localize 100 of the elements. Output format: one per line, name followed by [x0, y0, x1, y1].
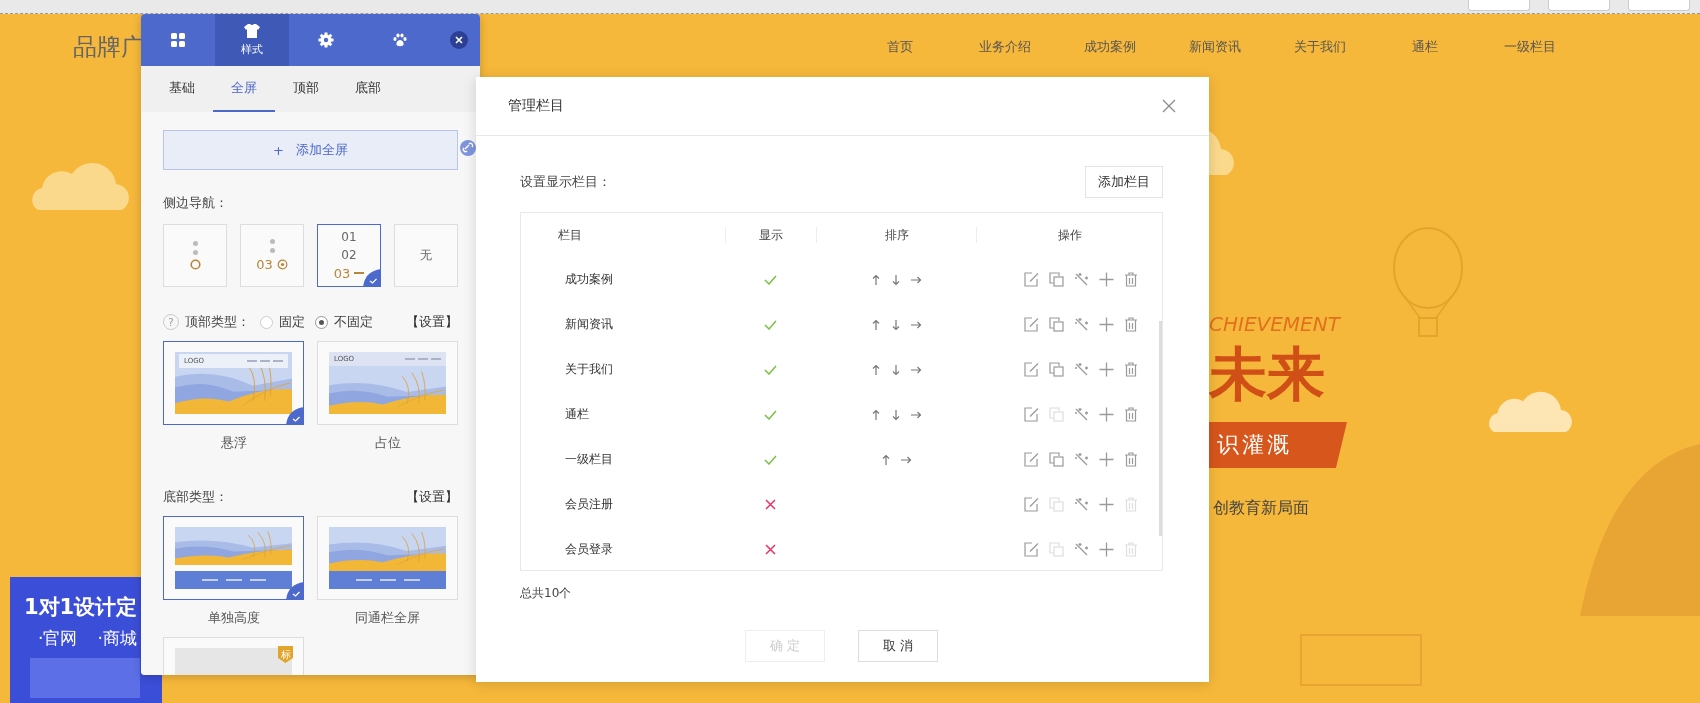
plus-icon[interactable] — [1099, 452, 1114, 467]
edit-icon[interactable] — [1024, 542, 1039, 557]
arrow-up-icon[interactable] — [870, 408, 882, 421]
plus-icon[interactable] — [1099, 497, 1114, 512]
layout-label: 同通栏全屏 — [355, 609, 420, 627]
toolbar-label: 设置显示栏目： — [520, 173, 611, 191]
side-nav-option[interactable] — [163, 224, 227, 287]
plus-icon[interactable] — [1099, 407, 1114, 422]
number-label: 03 — [333, 266, 351, 281]
copy-icon[interactable] — [1049, 452, 1064, 467]
banner-tagline: 创教育新局面 — [1213, 498, 1309, 519]
table-row[interactable]: 一级栏目 — [521, 437, 1162, 482]
check-corner-icon — [286, 582, 304, 600]
arrow-down-icon[interactable] — [890, 318, 902, 331]
nav-link[interactable]: 新闻资讯 — [1162, 38, 1267, 56]
close-button[interactable] — [450, 31, 468, 49]
radio-option[interactable]: 固定 — [260, 313, 305, 331]
nav-link[interactable]: 一级栏目 — [1477, 38, 1582, 56]
trash-icon[interactable] — [1124, 317, 1138, 332]
dot-icon — [192, 250, 198, 255]
table-row[interactable]: 会员注册 — [521, 482, 1162, 527]
table-row[interactable]: 关于我们 — [521, 347, 1162, 392]
edit-icon[interactable] — [1024, 407, 1039, 422]
column-header: 栏目 — [557, 227, 583, 243]
link-icon[interactable] — [460, 140, 476, 156]
trash-icon[interactable] — [1124, 452, 1138, 467]
banner-ribbon: 识灌溉 — [1209, 422, 1347, 468]
arrow-down-icon[interactable] — [890, 408, 902, 421]
magic-wand-icon[interactable] — [1074, 317, 1089, 332]
layout-label: 占位 — [374, 434, 401, 452]
copy-icon[interactable] — [1049, 362, 1064, 377]
radio-option[interactable]: 不固定 — [315, 313, 373, 331]
section-label: 侧边导航： — [163, 194, 229, 212]
nav-link[interactable]: 业务介绍 — [952, 38, 1057, 56]
scrollbar[interactable] — [1159, 321, 1162, 536]
arrow-up-icon[interactable] — [870, 363, 882, 376]
target-icon — [276, 259, 288, 270]
panel-tab[interactable]: 样式 — [215, 14, 289, 66]
settings-link[interactable]: 【设置】 — [406, 488, 458, 506]
copy-icon[interactable] — [1049, 272, 1064, 287]
toolbar-button[interactable] — [1548, 0, 1610, 11]
banner-subtitle: CHIEVEMENT — [1209, 312, 1340, 336]
nav-link[interactable]: 首页 — [847, 38, 952, 56]
edit-icon[interactable] — [1024, 317, 1039, 332]
magic-wand-icon[interactable] — [1074, 407, 1089, 422]
side-nav-option[interactable]: 01 02 03 — [317, 224, 381, 287]
trash-icon[interactable] — [1124, 272, 1138, 287]
magic-wand-icon[interactable] — [1074, 497, 1089, 512]
magic-wand-icon[interactable] — [1074, 362, 1089, 377]
dialog-button[interactable]: 取 消 — [858, 630, 938, 662]
add-fullscreen-button[interactable]: + 添加全屏 — [163, 130, 458, 170]
arrow-down-icon[interactable] — [890, 363, 902, 376]
column-header: 操作 — [976, 227, 1162, 243]
edit-icon[interactable] — [1024, 497, 1039, 512]
edit-icon[interactable] — [1024, 272, 1039, 287]
section-label: 底部类型： — [163, 488, 228, 506]
plus-icon[interactable] — [1099, 362, 1114, 377]
number-label: 02 — [341, 248, 357, 262]
nav-link[interactable]: 关于我们 — [1267, 38, 1372, 56]
layout-label: 悬浮 — [220, 434, 247, 452]
magic-wand-icon[interactable] — [1074, 542, 1089, 557]
arrow-down-icon[interactable] — [890, 273, 902, 286]
edit-icon[interactable] — [1024, 362, 1039, 377]
table-row[interactable]: 新闻资讯 — [521, 302, 1162, 347]
sub-tab[interactable]: 顶部 — [275, 66, 337, 112]
nav-link[interactable]: 通栏 — [1372, 38, 1477, 56]
check-corner-icon — [363, 269, 381, 287]
dot-icon — [269, 248, 275, 253]
column-header: 排序 — [816, 227, 976, 243]
side-nav-option[interactable]: 无 — [394, 224, 458, 287]
layout-thumbnail[interactable] — [163, 516, 304, 600]
magic-wand-icon[interactable] — [1074, 452, 1089, 467]
sub-tab[interactable]: 底部 — [337, 66, 399, 112]
ad-banner[interactable]: 1对1设计定 ·官网 ·商城 — [10, 577, 162, 703]
layout-label: 单独高度 — [207, 609, 260, 627]
plus-icon[interactable] — [1099, 272, 1114, 287]
table-row[interactable]: 通栏 — [521, 392, 1162, 437]
table-cell-text: 一级栏目 — [564, 451, 614, 468]
plus-icon[interactable] — [1099, 542, 1114, 557]
edit-icon[interactable] — [1024, 452, 1039, 467]
copy-icon[interactable] — [1049, 317, 1064, 332]
arrow-up-icon[interactable] — [880, 453, 892, 466]
close-icon — [455, 36, 463, 44]
toolbar-button[interactable] — [1628, 0, 1690, 11]
trash-icon[interactable] — [1124, 407, 1138, 422]
toolbar-button[interactable] — [1468, 0, 1530, 11]
arrow-up-icon[interactable] — [870, 318, 882, 331]
trash-icon[interactable] — [1124, 362, 1138, 377]
table-row[interactable]: 会员登录 — [521, 527, 1162, 570]
arrow-up-icon[interactable] — [870, 273, 882, 286]
settings-link[interactable]: 【设置】 — [406, 313, 458, 331]
column-header: 显示 — [725, 227, 816, 243]
plus-icon[interactable] — [1099, 317, 1114, 332]
shirt-icon — [243, 23, 261, 39]
sub-tab[interactable]: 基础 — [151, 66, 213, 112]
add-column-button[interactable]: 添加栏目 — [1085, 166, 1163, 198]
magic-wand-icon[interactable] — [1074, 272, 1089, 287]
nav-link[interactable]: 成功案例 — [1057, 38, 1162, 56]
check-corner-icon — [286, 407, 304, 425]
table-row[interactable]: 成功案例 — [521, 257, 1162, 302]
